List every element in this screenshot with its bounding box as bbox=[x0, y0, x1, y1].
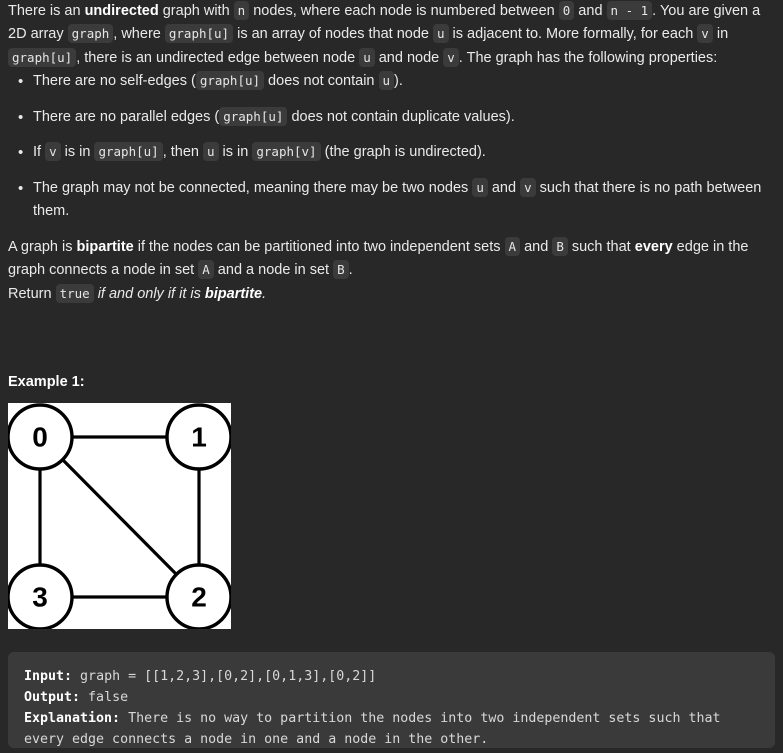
inline-code-set-a-2: A bbox=[198, 260, 214, 280]
bipartite-text-7: . bbox=[348, 262, 353, 279]
bipartite-bold-every: every bbox=[634, 238, 673, 255]
list-item: There are no self-edges (graph[u] does n… bbox=[8, 70, 775, 95]
prop-4-text-2: and bbox=[487, 179, 521, 196]
explanation-label: Explanation: bbox=[24, 711, 121, 726]
input-value: graph = [[1,2,3],[0,2],[0,1,3],[0,2]] bbox=[72, 669, 377, 684]
node-3-label: 3 bbox=[32, 582, 48, 613]
inline-code-n: n bbox=[233, 1, 250, 20]
intro-text-10: , there is an undirected edge between no… bbox=[76, 49, 360, 66]
inline-code-zero: 0 bbox=[558, 1, 575, 20]
return-statement-paragraph: Return true if and only if it is biparti… bbox=[8, 283, 775, 306]
inline-code-graph-v: graph[v] bbox=[252, 142, 321, 162]
return-text-1: Return bbox=[8, 285, 56, 302]
return-bold-bipartite: bipartite bbox=[204, 285, 263, 302]
inline-code-u: u bbox=[203, 142, 219, 162]
input-line: Input: graph = [[1,2,3],[0,2],[0,1,3],[0… bbox=[24, 666, 759, 687]
inline-code-graph: graph bbox=[67, 24, 114, 44]
inline-code-graph-u: graph[u] bbox=[219, 106, 288, 126]
prop-3-text-4: is in bbox=[218, 144, 253, 161]
inline-code-u-2: u bbox=[359, 47, 375, 67]
intro-text-2: graph with bbox=[158, 3, 234, 19]
inline-code-graph-u-2: graph[u] bbox=[8, 47, 77, 67]
list-item: If v is in graph[u], then u is in graph[… bbox=[8, 141, 775, 166]
inline-code-set-b: B bbox=[552, 236, 568, 256]
return-italic-1: if and only if it is bbox=[93, 285, 205, 302]
output-line: Output: false bbox=[24, 687, 759, 708]
intro-text-8: is adjacent to. More formally, for each bbox=[448, 26, 698, 43]
prop-3-text-2: is in bbox=[60, 144, 95, 161]
list-item: The graph may not be connected, meaning … bbox=[8, 177, 775, 224]
bipartite-text-2: if the nodes can be partitioned into two… bbox=[133, 238, 505, 255]
output-value: false bbox=[80, 690, 129, 705]
output-label: Output: bbox=[24, 690, 81, 705]
prop-1-text-1: There are no self-edges ( bbox=[33, 73, 196, 90]
prop-1-text-3: ). bbox=[394, 73, 403, 90]
explanation-line: Explanation: There is no way to partitio… bbox=[24, 708, 759, 750]
problem-description-page: There is an undirected graph with n node… bbox=[0, 0, 783, 753]
node-2-label: 2 bbox=[191, 582, 207, 613]
node-0-label: 0 bbox=[32, 422, 48, 453]
example-1-title: Example 1: bbox=[8, 374, 85, 390]
inline-code-true: true bbox=[55, 283, 94, 303]
prop-1-text-2: does not contain bbox=[264, 73, 379, 90]
inline-code-v-2: v bbox=[443, 47, 459, 67]
inline-code-graph-u: graph[u] bbox=[195, 71, 265, 91]
intro-bold-undirected: undirected bbox=[84, 3, 159, 19]
return-italic-2: . bbox=[262, 285, 267, 302]
inline-code-n-minus-1: n - 1 bbox=[606, 1, 653, 20]
intro-text-6: , where bbox=[113, 26, 165, 43]
example-1-io-block: Input: graph = [[1,2,3],[0,2],[0,1,3],[0… bbox=[8, 652, 775, 748]
explanation-value: There is no way to partition the nodes i… bbox=[24, 711, 729, 747]
bipartite-bold: bipartite bbox=[76, 238, 134, 255]
prop-3-text-1: If bbox=[33, 144, 46, 161]
intro-text-3: nodes, where each node is numbered betwe… bbox=[249, 3, 559, 19]
inline-code-v: v bbox=[520, 177, 536, 197]
bipartite-text-6: and a node in set bbox=[213, 262, 334, 279]
bipartite-definition-paragraph: A graph is bipartite if the nodes can be… bbox=[8, 236, 775, 283]
inline-code-u: u bbox=[472, 177, 488, 197]
graph-properties-list: There are no self-edges (graph[u] does n… bbox=[8, 70, 775, 223]
bipartite-text-1: A graph is bbox=[8, 238, 77, 255]
inline-code-u: u bbox=[378, 71, 395, 91]
return-italic-bold: bipartite bbox=[205, 286, 262, 302]
bipartite-text-4: such that bbox=[567, 238, 635, 255]
inline-code-v: v bbox=[45, 142, 61, 162]
intro-text-1: There is an bbox=[8, 3, 85, 19]
inline-code-graph-u: graph[u] bbox=[164, 24, 234, 44]
prop-2-text-2: does not contain duplicate values). bbox=[287, 108, 515, 125]
input-label: Input: bbox=[24, 669, 73, 684]
inline-code-set-b-2: B bbox=[333, 260, 349, 280]
intro-text-11: and node bbox=[374, 49, 444, 66]
intro-paragraph: There is an undirected graph with n node… bbox=[8, 0, 775, 70]
inline-code-u: u bbox=[433, 24, 449, 44]
prop-3-text-5: (the graph is undirected). bbox=[320, 144, 486, 161]
prop-3-text-3: , then bbox=[162, 144, 203, 161]
intro-text-9: in bbox=[712, 26, 729, 43]
bipartite-graph-svg: 0 1 2 3 bbox=[8, 403, 231, 629]
bipartite-text-3: and bbox=[520, 238, 553, 255]
inline-code-v: v bbox=[697, 24, 713, 44]
inline-code-graph-u: graph[u] bbox=[94, 142, 163, 162]
example-1-graph-figure: 0 1 2 3 bbox=[8, 403, 231, 629]
intro-text-7: is an array of nodes that node bbox=[233, 26, 433, 43]
intro-text-12: . The graph has the following properties… bbox=[458, 49, 718, 66]
list-item: There are no parallel edges (graph[u] do… bbox=[8, 106, 775, 131]
node-1-label: 1 bbox=[191, 422, 207, 453]
prop-4-text-1: The graph may not be connected, meaning … bbox=[33, 179, 473, 196]
intro-text-4: and bbox=[574, 3, 607, 19]
inline-code-set-a: A bbox=[504, 236, 521, 256]
prop-2-text-1: There are no parallel edges ( bbox=[33, 108, 220, 125]
